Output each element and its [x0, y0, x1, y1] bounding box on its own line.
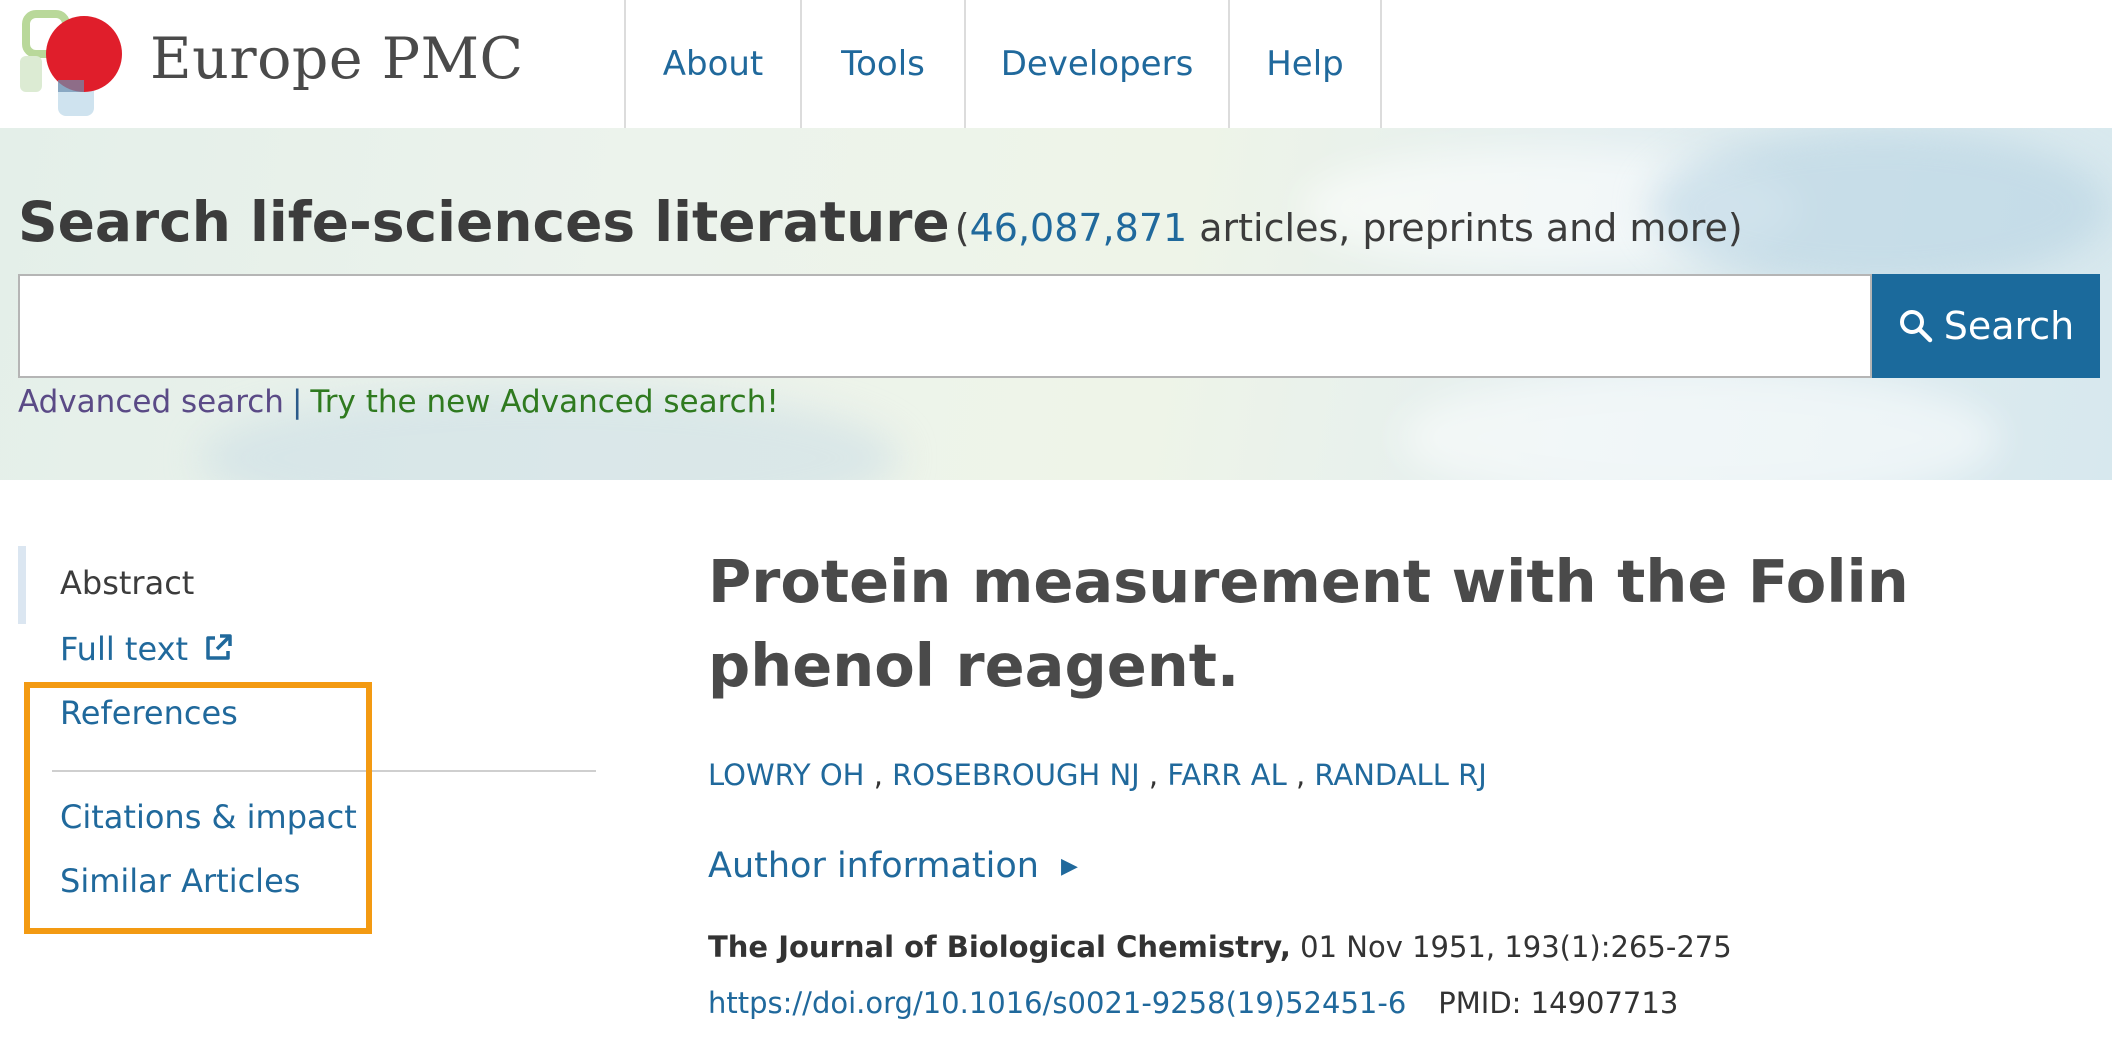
- identifiers: https://doi.org/10.1016/s0021-9258(19)52…: [708, 986, 1678, 1020]
- link-separator: |: [291, 384, 303, 420]
- sidebar-item-label: Full text: [60, 630, 189, 668]
- author-link[interactable]: ROSEBROUGH NJ: [892, 758, 1140, 792]
- site-header: Europe PMC About Tools Developers Help: [0, 0, 2112, 128]
- author-link[interactable]: RANDALL RJ: [1314, 758, 1486, 792]
- active-indicator: [18, 546, 26, 624]
- new-advanced-search-link[interactable]: Try the new Advanced search!: [310, 384, 778, 420]
- search-icon: [1899, 310, 1932, 343]
- sidebar-item-full-text[interactable]: Full text: [60, 630, 234, 668]
- author-separator: ,: [1139, 758, 1168, 792]
- advanced-search-link[interactable]: Advanced search: [18, 384, 284, 420]
- count-open-paren: (: [954, 206, 970, 250]
- article-count-suffix: articles, preprints and more): [1187, 206, 1743, 250]
- europe-pmc-logo-icon: [20, 10, 122, 116]
- author-information-toggle[interactable]: Author information ▶: [708, 846, 1078, 886]
- europe-pmc-logo[interactable]: Europe PMC: [0, 0, 600, 128]
- search-button-label: Search: [1943, 304, 2075, 348]
- journal-name: The Journal of Biological Chemistry,: [708, 930, 1291, 964]
- search-heading: Search life-sciences literature (46,087,…: [18, 190, 1743, 254]
- doi-link[interactable]: https://doi.org/10.1016/s0021-9258(19)52…: [708, 986, 1406, 1020]
- search-title: Search life-sciences literature: [18, 190, 950, 254]
- nav-tools[interactable]: Tools: [800, 0, 964, 128]
- logo-text: Europe PMC: [150, 26, 524, 92]
- author-link[interactable]: LOWRY OH: [708, 758, 864, 792]
- author-list: LOWRY OH , ROSEBROUGH NJ , FARR AL , RAN…: [708, 758, 1487, 792]
- article-title: Protein measurement with the Folin pheno…: [708, 547, 1909, 700]
- pmid: PMID: 14907713: [1438, 986, 1679, 1020]
- highlight-annotation-box: [24, 682, 372, 934]
- search-banner: Search life-sciences literature (46,087,…: [0, 128, 2112, 480]
- author-separator: ,: [1286, 758, 1315, 792]
- nav-about[interactable]: About: [624, 0, 800, 128]
- journal-details: 01 Nov 1951, 193(1):265-275: [1290, 930, 1732, 964]
- search-button[interactable]: Search: [1872, 274, 2100, 378]
- author-separator: ,: [864, 758, 893, 792]
- sidebar-item-abstract[interactable]: Abstract: [60, 564, 194, 602]
- author-link[interactable]: FARR AL: [1167, 758, 1286, 792]
- main-nav: About Tools Developers Help: [624, 0, 1382, 128]
- nav-developers[interactable]: Developers: [964, 0, 1228, 128]
- search-links: Advanced search | Try the new Advanced sea…: [18, 384, 779, 420]
- author-information-label: Author information: [708, 846, 1039, 886]
- banner-decoration: [1400, 368, 2000, 480]
- caret-right-icon: ▶: [1060, 854, 1078, 879]
- article-sidebar: Abstract Full text References Citations …: [0, 540, 620, 980]
- external-link-icon: [206, 634, 232, 660]
- journal-citation: The Journal of Biological Chemistry, 01 …: [708, 930, 1732, 964]
- article-count: 46,087,871: [969, 206, 1188, 250]
- search-input[interactable]: [18, 274, 1872, 378]
- nav-help[interactable]: Help: [1228, 0, 1382, 128]
